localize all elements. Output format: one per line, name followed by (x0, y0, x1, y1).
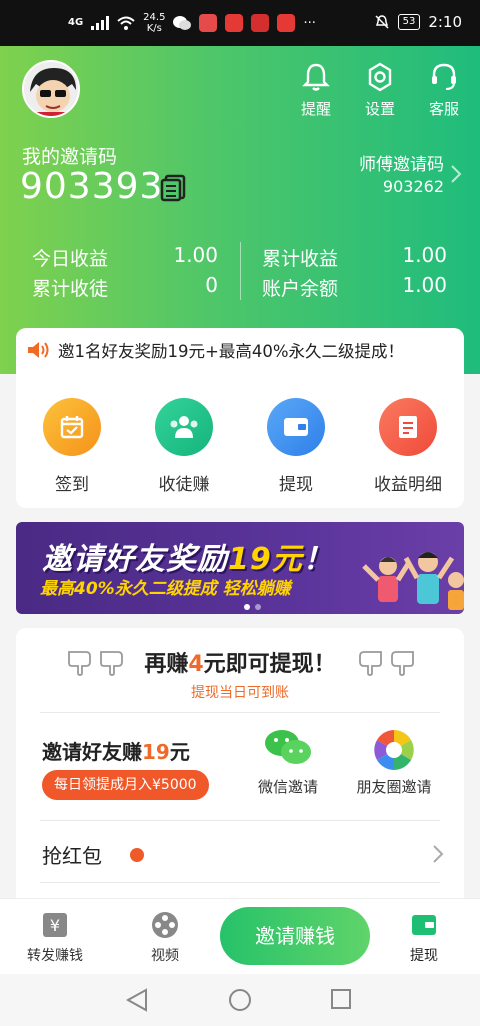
customer-service-button[interactable]: 客服 (420, 62, 468, 119)
copy-icon[interactable] (160, 174, 186, 202)
yuan-icon: ¥ (43, 913, 67, 937)
notice-text: 邀1名好友奖励19元+最高40%永久二级提成！ (58, 342, 404, 361)
recents-icon[interactable] (330, 988, 352, 1014)
headset-icon (432, 63, 456, 90)
stat-label: 账户余额 (262, 278, 339, 300)
clock: 2:10 (428, 13, 462, 31)
calendar-icon (43, 398, 101, 456)
divider (40, 820, 440, 821)
wifi-icon (117, 16, 135, 30)
film-reel-icon (152, 912, 178, 938)
moments-invite-button[interactable]: 朋友圈邀请 (352, 728, 436, 797)
people-icon (155, 398, 213, 456)
mute-icon (375, 15, 389, 29)
invite-promo-badge: 每日领提成月入¥5000 (42, 770, 209, 800)
app-notification-icon (251, 14, 270, 32)
signal-icon (91, 16, 110, 30)
chevron-right-icon[interactable] (432, 844, 444, 864)
document-icon (379, 398, 437, 456)
menu-item-recruit[interactable]: 收徒赚 (128, 372, 240, 508)
menu-item-withdraw[interactable]: 提现 (240, 372, 352, 508)
banner-subtitle: 最高40%永久二级提成 轻松躺赚 (40, 579, 291, 599)
avatar-image (24, 62, 78, 116)
menu-item-checkin[interactable]: 签到 (16, 372, 128, 508)
master-invite-code[interactable]: 师傅邀请码 903262 (359, 150, 444, 196)
wechat-notification-icon (173, 16, 192, 30)
stat-label: 累计收益 (262, 248, 339, 270)
system-navigation-bar (0, 974, 480, 1026)
speaker-icon (28, 342, 49, 358)
new-badge-dot (130, 848, 144, 862)
status-bar: 4G 24.5 K/s ··· 53 2:10 (0, 0, 480, 46)
moments-icon (374, 730, 414, 770)
withdraw-card: 再赚4元即可提现！ 提现当日可到账 邀请好友赚19元 每日领提成月入¥5000 … (16, 628, 464, 900)
avatar[interactable] (22, 60, 80, 118)
stat-value: 1.00 (402, 273, 447, 297)
wallet-icon (267, 398, 325, 456)
master-code-value: 903262 (382, 177, 444, 196)
promo-banner[interactable]: 邀请好友奖励19元！ 最高40%永久二级提成 轻松躺赚 (16, 522, 464, 614)
stat-label: 累计收徒 (32, 278, 109, 300)
stat-value: 1.00 (173, 243, 218, 267)
invite-code-label: 我的邀请码 (22, 146, 118, 168)
network-speed: 24.5 K/s (143, 12, 166, 34)
home-icon[interactable] (228, 988, 252, 1016)
network-indicator: 4G (68, 17, 84, 28)
wallet-icon (412, 915, 436, 935)
bell-icon (302, 63, 330, 91)
tab-video[interactable]: 视频 (125, 911, 205, 965)
divider (240, 242, 241, 300)
master-code-label: 师傅邀请码 (359, 155, 444, 175)
tab-withdraw[interactable]: 提现 (384, 911, 464, 965)
profile-header: 提醒 设置 客服 我的邀请码 903393 师傅邀请码 903262 今日收益 … (0, 46, 480, 374)
divider (40, 882, 440, 883)
stat-value: 1.00 (402, 243, 447, 267)
stat-value: 0 (205, 273, 218, 297)
grab-red-packet-label[interactable]: 抢红包 (42, 840, 102, 869)
stat-label: 今日收益 (32, 248, 109, 270)
battery-indicator: 53 (397, 14, 421, 30)
celebrating-people-illustration (362, 552, 464, 610)
withdraw-heading: 再赚4元即可提现！ (144, 652, 336, 677)
invite-code: 903393 (20, 166, 164, 207)
more-notifications-icon: ··· (303, 15, 316, 31)
quick-menu: 签到 收徒赚 提现 收益明细 (16, 372, 464, 508)
notice-bar[interactable]: 邀1名好友奖励19元+最高40%永久二级提成！ (16, 328, 464, 372)
settings-button[interactable]: 设置 (356, 62, 404, 119)
svg-text:¥: ¥ (50, 916, 60, 935)
bottom-tab-bar: ¥ 转发赚钱 视频 邀请赚钱 提现 (0, 898, 480, 974)
invite-earn-title: 邀请好友赚19元 (42, 740, 190, 764)
app-notification-icon (225, 14, 244, 32)
back-icon[interactable] (125, 988, 148, 1016)
app-notification-icon (199, 14, 218, 32)
reminder-button[interactable]: 提醒 (292, 62, 340, 119)
menu-item-earnings-detail[interactable]: 收益明细 (352, 372, 464, 508)
withdraw-subtitle: 提现当日可到账 (191, 685, 289, 701)
tab-share-earn[interactable]: ¥ 转发赚钱 (15, 911, 95, 965)
wechat-invite-button[interactable]: 微信邀请 (256, 728, 320, 797)
wechat-icon (265, 730, 311, 764)
carousel-indicator (244, 604, 261, 610)
gear-icon (368, 62, 392, 92)
divider (40, 712, 440, 713)
banner-title: 邀请好友奖励19元！ (42, 542, 334, 577)
invite-earn-button[interactable]: 邀请赚钱 (220, 907, 370, 965)
app-notification-icon (277, 14, 296, 32)
chevron-right-icon (451, 165, 462, 183)
